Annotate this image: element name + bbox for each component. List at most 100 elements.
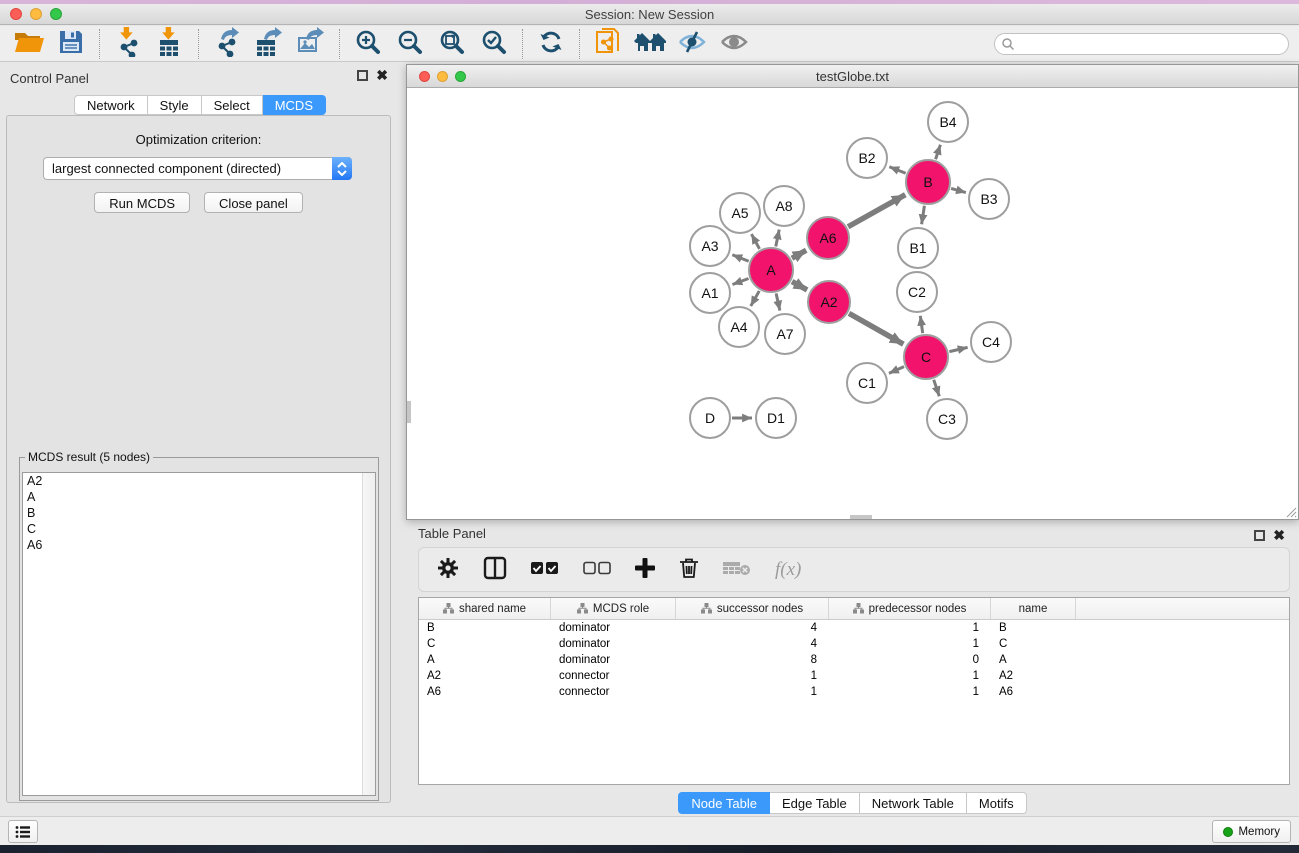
table-row[interactable]: Cdominator41C bbox=[419, 636, 1289, 652]
export-image-button[interactable] bbox=[290, 28, 332, 60]
graph-node-B1[interactable]: B1 bbox=[898, 228, 938, 268]
graph-node-A8[interactable]: A8 bbox=[764, 186, 804, 226]
import-table-button[interactable] bbox=[149, 28, 191, 60]
graph-edge-C-C2[interactable] bbox=[920, 316, 922, 333]
table-cell[interactable]: B bbox=[991, 620, 1076, 636]
graph-edge-A-A6[interactable] bbox=[792, 250, 806, 258]
delete-column-button[interactable] bbox=[679, 553, 699, 587]
table-cell[interactable]: A6 bbox=[419, 684, 551, 700]
result-scrollbar[interactable] bbox=[362, 473, 375, 795]
graph-edge-A-A7[interactable] bbox=[776, 293, 780, 310]
import-network-button[interactable] bbox=[107, 28, 149, 60]
table-cell[interactable]: 8 bbox=[676, 652, 829, 668]
table-cell[interactable]: 1 bbox=[676, 684, 829, 700]
table-cell[interactable]: A2 bbox=[991, 668, 1076, 684]
graph-node-C1[interactable]: C1 bbox=[847, 363, 887, 403]
table-cell[interactable]: 1 bbox=[829, 668, 991, 684]
graph-node-A2[interactable]: A2 bbox=[808, 281, 850, 323]
graph-node-A7[interactable]: A7 bbox=[765, 314, 805, 354]
graph-edge-A-A1[interactable] bbox=[732, 278, 748, 284]
graph-node-B4[interactable]: B4 bbox=[928, 102, 968, 142]
columns-button[interactable] bbox=[483, 553, 507, 587]
graph-edge-B-B4[interactable] bbox=[936, 145, 941, 159]
show-graphics-button[interactable] bbox=[713, 28, 755, 60]
network-window-titlebar[interactable]: testGlobe.txt bbox=[407, 65, 1298, 88]
graph-edge-A-A5[interactable] bbox=[751, 234, 759, 249]
graph-node-C4[interactable]: C4 bbox=[971, 322, 1011, 362]
graph-edge-A-A3[interactable] bbox=[732, 255, 748, 261]
graph-edge-C-C4[interactable] bbox=[949, 347, 967, 351]
table-cell[interactable]: C bbox=[991, 636, 1076, 652]
hide-graphics-button[interactable] bbox=[671, 28, 713, 60]
table-cell[interactable]: A2 bbox=[419, 668, 551, 684]
graph-node-D[interactable]: D bbox=[690, 398, 730, 438]
column-header-successor-nodes[interactable]: successor nodes bbox=[676, 598, 829, 619]
graph-edge-A6-B[interactable] bbox=[848, 195, 905, 227]
table-cell[interactable]: connector bbox=[551, 668, 676, 684]
result-item[interactable]: B bbox=[23, 505, 375, 521]
graph-node-C[interactable]: C bbox=[904, 335, 948, 379]
table-cell[interactable]: 1 bbox=[829, 636, 991, 652]
table-cell[interactable]: B bbox=[419, 620, 551, 636]
tab-edge-table[interactable]: Edge Table bbox=[770, 792, 860, 814]
zoom-out-button[interactable] bbox=[389, 28, 431, 60]
table-cell[interactable]: A bbox=[419, 652, 551, 668]
refresh-button[interactable] bbox=[530, 28, 572, 60]
deselect-all-button[interactable] bbox=[583, 553, 611, 587]
table-row[interactable]: Adominator80A bbox=[419, 652, 1289, 668]
graph-node-C3[interactable]: C3 bbox=[927, 399, 967, 439]
table-cell[interactable]: 1 bbox=[676, 668, 829, 684]
graph-node-B3[interactable]: B3 bbox=[969, 179, 1009, 219]
graph-node-B2[interactable]: B2 bbox=[847, 138, 887, 178]
close-table-panel-icon[interactable]: ✖ bbox=[1273, 530, 1285, 541]
resize-grip-icon[interactable] bbox=[1283, 504, 1297, 518]
graph-edge-A-A2[interactable] bbox=[792, 282, 807, 290]
table-row[interactable]: A2connector11A2 bbox=[419, 668, 1289, 684]
network-file-button[interactable] bbox=[587, 28, 629, 60]
optimization-dropdown[interactable]: largest connected component (directed) bbox=[43, 157, 352, 180]
table-row[interactable]: Bdominator41B bbox=[419, 620, 1289, 636]
graph-edge-A-A4[interactable] bbox=[751, 291, 760, 306]
zoom-in-button[interactable] bbox=[347, 28, 389, 60]
export-network-button[interactable] bbox=[206, 28, 248, 60]
table-cell[interactable]: dominator bbox=[551, 652, 676, 668]
result-item[interactable]: C bbox=[23, 521, 375, 537]
graph-node-A6[interactable]: A6 bbox=[807, 217, 849, 259]
graph-node-D1[interactable]: D1 bbox=[756, 398, 796, 438]
tab-network[interactable]: Network bbox=[74, 95, 148, 115]
close-panel-button[interactable]: Close panel bbox=[204, 192, 303, 213]
memory-button[interactable]: Memory bbox=[1212, 820, 1291, 843]
graph-edge-C-C1[interactable] bbox=[889, 367, 904, 374]
column-header-name[interactable]: name bbox=[991, 598, 1076, 619]
tab-select[interactable]: Select bbox=[202, 95, 263, 115]
table-cell[interactable]: dominator bbox=[551, 636, 676, 652]
table-cell[interactable]: 4 bbox=[676, 636, 829, 652]
zoom-fit-button[interactable] bbox=[431, 28, 473, 60]
table-cell[interactable]: 0 bbox=[829, 652, 991, 668]
float-panel-icon[interactable] bbox=[357, 70, 368, 81]
table-cell[interactable]: 1 bbox=[829, 684, 991, 700]
mcds-result-list[interactable]: A2ABCA6 bbox=[22, 472, 376, 796]
export-table-button[interactable] bbox=[248, 28, 290, 60]
table-cell[interactable]: dominator bbox=[551, 620, 676, 636]
search-input[interactable] bbox=[1019, 37, 1269, 51]
network-canvas[interactable]: AA1A2A3A4A5A6A7A8BB1B2B3B4CC1C2C3C4DD1 bbox=[407, 89, 1298, 519]
home-button[interactable] bbox=[629, 28, 671, 60]
tab-style[interactable]: Style bbox=[148, 95, 202, 115]
result-item[interactable]: A bbox=[23, 489, 375, 505]
graph-node-A3[interactable]: A3 bbox=[690, 226, 730, 266]
table-cell[interactable]: 4 bbox=[676, 620, 829, 636]
graph-node-C2[interactable]: C2 bbox=[897, 272, 937, 312]
graph-node-A5[interactable]: A5 bbox=[720, 193, 760, 233]
tab-motifs[interactable]: Motifs bbox=[967, 792, 1027, 814]
float-table-panel-icon[interactable] bbox=[1254, 530, 1265, 541]
graph-edge-A-A8[interactable] bbox=[776, 230, 779, 247]
result-item[interactable]: A2 bbox=[23, 473, 375, 489]
column-header-MCDS-role[interactable]: MCDS role bbox=[551, 598, 676, 619]
graph-edge-C-C3[interactable] bbox=[934, 380, 940, 397]
graph-node-A1[interactable]: A1 bbox=[690, 273, 730, 313]
search-box[interactable] bbox=[994, 33, 1289, 55]
table-row[interactable]: A6connector11A6 bbox=[419, 684, 1289, 700]
tab-node-table[interactable]: Node Table bbox=[678, 792, 770, 814]
graph-node-B[interactable]: B bbox=[906, 160, 950, 204]
